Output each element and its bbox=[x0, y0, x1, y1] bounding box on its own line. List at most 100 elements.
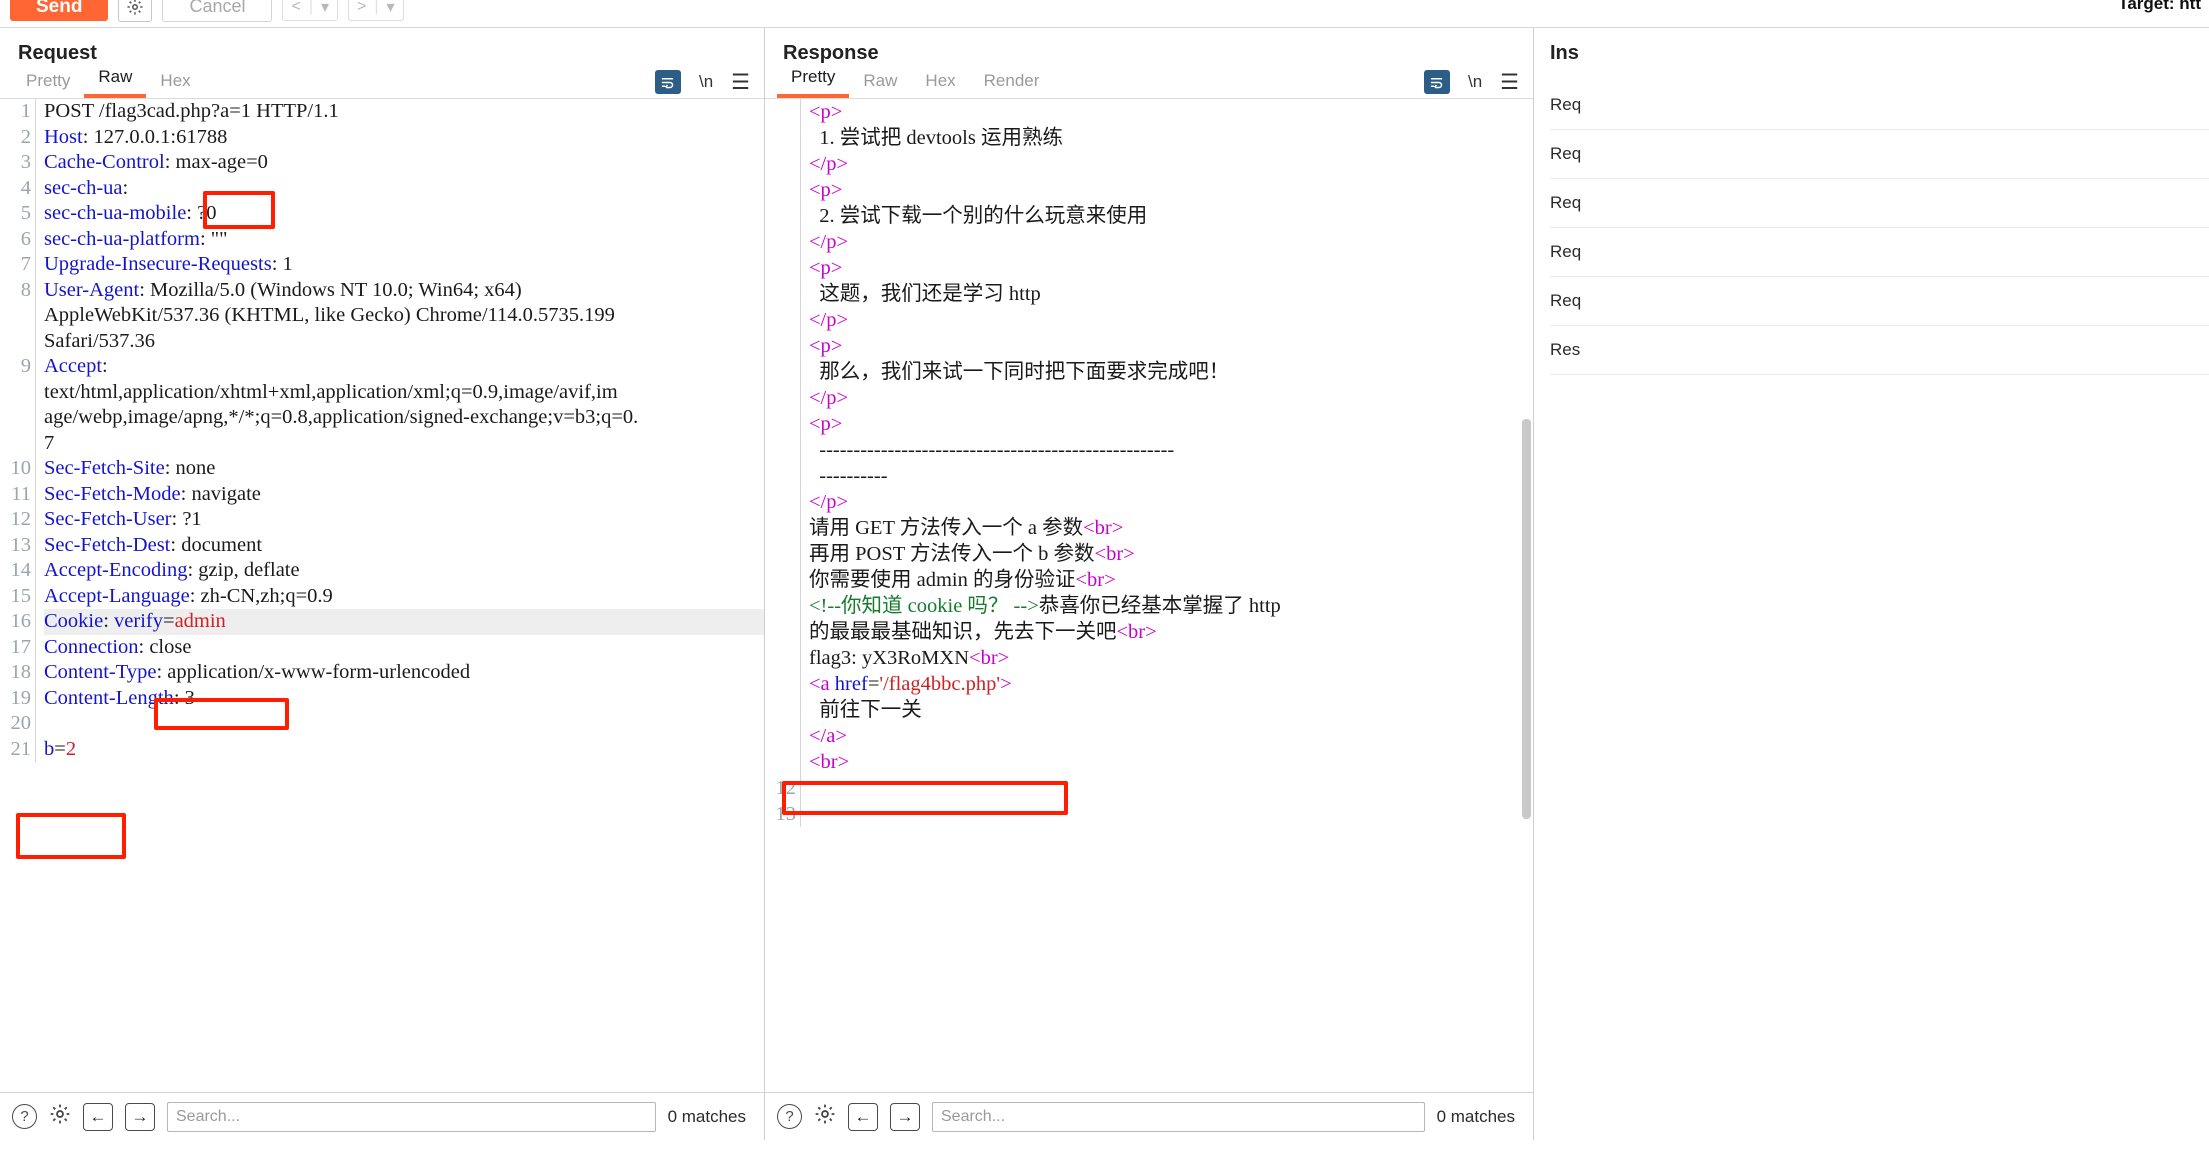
inspector-section-0[interactable]: Req bbox=[1550, 81, 2209, 130]
code-line[interactable]: <br> bbox=[809, 749, 1533, 775]
code-line[interactable]: 再用 POST 方法传入一个 b 参数<br> bbox=[809, 541, 1533, 567]
code-line[interactable]: AppleWebKit/537.36 (KHTML, like Gecko) C… bbox=[44, 303, 764, 329]
request-editor[interactable]: 1 2 3 4 5 6 7 8 9 10 11 12 13 14 15 16 17 18 19 20 21 POST /… bbox=[0, 99, 764, 1099]
tab-response-pretty[interactable]: Pretty bbox=[777, 65, 850, 98]
tab-response-raw[interactable]: Raw bbox=[849, 69, 911, 98]
response-menu-button[interactable]: ☰ bbox=[1500, 72, 1519, 93]
response-search-input[interactable] bbox=[932, 1101, 1425, 1132]
code-line[interactable]: </p> bbox=[809, 385, 1533, 411]
code-line[interactable]: Sec-Fetch-Mode: navigate bbox=[44, 482, 764, 508]
code-line[interactable]: 前往下一关 bbox=[809, 697, 1533, 723]
code-line[interactable]: Sec-Fetch-Dest: document bbox=[44, 533, 764, 559]
search-prev-button[interactable]: ← bbox=[848, 1102, 878, 1131]
code-line[interactable]: sec-ch-ua-platform: "" bbox=[44, 227, 764, 253]
response-vertical-scrollbar[interactable] bbox=[1522, 419, 1531, 819]
code-line[interactable]: User-Agent: Mozilla/5.0 (Windows NT 10.0… bbox=[44, 278, 764, 304]
code-line[interactable]: 1. 尝试把 devtools 运用熟练 bbox=[809, 125, 1533, 151]
response-code[interactable]: 12 13 <p> 1. 尝试把 devtools 运用熟练 </p> <p> 2. … bbox=[765, 99, 1533, 827]
inspector-section-5[interactable]: Res bbox=[1550, 326, 2209, 375]
request-code[interactable]: 1 2 3 4 5 6 7 8 9 10 11 12 13 14 15 16 17 18 19 20 21 POST /… bbox=[0, 99, 764, 762]
tab-request-hex[interactable]: Hex bbox=[146, 69, 204, 98]
code-line[interactable]: Accept-Encoding: gzip, deflate bbox=[44, 558, 764, 584]
code-line[interactable]: 那么，我们来试一下同时把下面要求完成吧！ bbox=[809, 359, 1533, 385]
help-icon[interactable]: ? bbox=[777, 1104, 802, 1129]
inspector-section-1[interactable]: Req bbox=[1550, 130, 2209, 179]
code-line[interactable]: <p> bbox=[809, 411, 1533, 437]
code-token: Connection bbox=[44, 635, 139, 658]
code-line[interactable]: </a> bbox=[809, 723, 1533, 749]
inspector-section-2[interactable]: Req bbox=[1550, 179, 2209, 228]
code-line[interactable]: Host: 127.0.0.1:61788 bbox=[44, 125, 764, 151]
code-line[interactable]: Content-Length: 3 bbox=[44, 686, 764, 712]
history-back-button[interactable]: < | ▾ bbox=[282, 0, 339, 21]
gear-icon bbox=[126, 0, 144, 16]
code-line[interactable]: sec-ch-ua: bbox=[44, 176, 764, 202]
search-next-button[interactable]: → bbox=[125, 1102, 155, 1131]
code-line[interactable]: <p> bbox=[809, 99, 1533, 125]
request-line-numbers: 1 2 3 4 5 6 7 8 9 10 11 12 13 14 15 16 17 18 19 20 21 bbox=[0, 99, 36, 762]
code-line[interactable]: age/webp,image/apng,*/*;q=0.8,applicatio… bbox=[44, 405, 764, 431]
settings-gear-icon[interactable] bbox=[49, 1103, 71, 1131]
code-line[interactable]: ---------- bbox=[809, 463, 1533, 489]
code-line[interactable]: text/html,application/xhtml+xml,applicat… bbox=[44, 380, 764, 406]
code-line[interactable]: 2. 尝试下载一个别的什么玩意来使用 bbox=[809, 203, 1533, 229]
history-forward-button[interactable]: > | ▾ bbox=[348, 0, 404, 21]
code-line[interactable]: Accept: bbox=[44, 354, 764, 380]
settings-gear-icon[interactable] bbox=[814, 1103, 836, 1131]
line-number: 4 bbox=[20, 176, 31, 199]
code-line[interactable]: POST /flag3cad.php?a=1 HTTP/1.1 bbox=[44, 99, 764, 125]
tab-request-pretty[interactable]: Pretty bbox=[12, 69, 84, 98]
show-newlines-button[interactable]: \n bbox=[699, 72, 713, 92]
code-line[interactable]: Content-Type: application/x-www-form-url… bbox=[44, 660, 764, 686]
code-line[interactable]: <p> bbox=[809, 177, 1533, 203]
code-line[interactable] bbox=[44, 711, 764, 737]
code-line[interactable]: </p> bbox=[809, 229, 1533, 255]
send-options-gear-button[interactable] bbox=[118, 0, 153, 22]
code-line[interactable]: Sec-Fetch-User: ?1 bbox=[44, 507, 764, 533]
code-line[interactable]: <a href='/flag4bbc.php'> bbox=[809, 671, 1533, 697]
code-line[interactable]: b=2 bbox=[44, 737, 764, 763]
help-icon[interactable]: ? bbox=[12, 1104, 37, 1129]
request-menu-button[interactable]: ☰ bbox=[731, 72, 750, 93]
tab-response-render[interactable]: Render bbox=[970, 69, 1054, 98]
word-wrap-toggle-button[interactable] bbox=[1423, 70, 1450, 94]
tab-request-raw[interactable]: Raw bbox=[84, 65, 147, 98]
response-editor[interactable]: 12 13 <p> 1. 尝试把 devtools 运用熟练 </p> <p> 2. … bbox=[765, 99, 1533, 1099]
code-line[interactable] bbox=[809, 801, 1533, 827]
search-next-button[interactable]: → bbox=[890, 1102, 920, 1131]
code-line[interactable]: Accept-Language: zh-CN,zh;q=0.9 bbox=[44, 584, 764, 610]
code-line[interactable]: </p> bbox=[809, 489, 1533, 515]
code-line[interactable]: <p> bbox=[809, 255, 1533, 281]
code-line[interactable]: sec-ch-ua-mobile: ?0 bbox=[44, 201, 764, 227]
inspector-section-3[interactable]: Req bbox=[1550, 228, 2209, 277]
request-search-input[interactable] bbox=[167, 1101, 656, 1132]
show-newlines-button[interactable]: \n bbox=[1468, 72, 1482, 92]
code-line[interactable]: Sec-Fetch-Site: none bbox=[44, 456, 764, 482]
code-line[interactable]: 的最最最基础知识，先去下一关吧<br> bbox=[809, 619, 1533, 645]
cancel-button[interactable]: Cancel bbox=[162, 0, 273, 22]
search-prev-button[interactable]: ← bbox=[83, 1102, 113, 1131]
code-line[interactable]: </p> bbox=[809, 307, 1533, 333]
request-code-content[interactable]: POST /flag3cad.php?a=1 HTTP/1.1 Host: 127… bbox=[36, 99, 764, 762]
code-line[interactable]: 请用 GET 方法传入一个 a 参数<br> bbox=[809, 515, 1533, 541]
code-line[interactable]: <!--你知道 cookie 吗？ -->恭喜你已经基本掌握了 http bbox=[809, 593, 1533, 619]
code-line[interactable]: Cookie: verify=admin bbox=[44, 609, 764, 635]
code-line[interactable]: Safari/537.36 bbox=[44, 329, 764, 355]
send-button[interactable]: Send bbox=[10, 0, 109, 21]
response-code-content[interactable]: <p> 1. 尝试把 devtools 运用熟练 </p> <p> 2. 尝试下载一… bbox=[801, 99, 1533, 827]
chevron-right-icon: > bbox=[357, 0, 367, 15]
code-line[interactable]: ----------------------------------------… bbox=[809, 437, 1533, 463]
tab-response-hex[interactable]: Hex bbox=[911, 69, 969, 98]
inspector-section-4[interactable]: Req bbox=[1550, 277, 2209, 326]
code-line[interactable]: 你需要使用 admin 的身份验证<br> bbox=[809, 567, 1533, 593]
code-line[interactable]: flag3: yX3RoMXN<br> bbox=[809, 645, 1533, 671]
code-line[interactable] bbox=[809, 775, 1533, 801]
code-line[interactable]: Connection: close bbox=[44, 635, 764, 661]
code-line[interactable]: <p> bbox=[809, 333, 1533, 359]
code-line[interactable]: 这题，我们还是学习 http bbox=[809, 281, 1533, 307]
code-line[interactable]: </p> bbox=[809, 151, 1533, 177]
code-line[interactable]: Cache-Control: max-age=0 bbox=[44, 150, 764, 176]
code-line[interactable]: Upgrade-Insecure-Requests: 1 bbox=[44, 252, 764, 278]
code-line[interactable]: 7 bbox=[44, 431, 764, 457]
word-wrap-toggle-button[interactable] bbox=[654, 70, 681, 94]
